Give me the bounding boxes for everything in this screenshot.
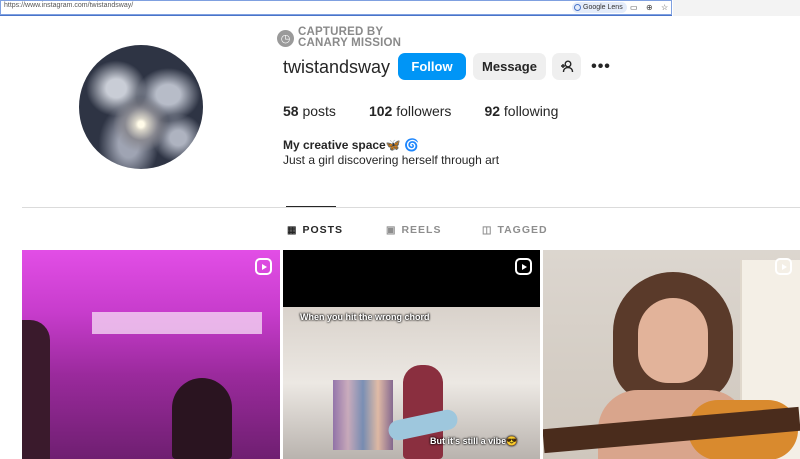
tab-reels-label: REELS xyxy=(401,224,442,236)
followers-stat[interactable]: 102 followers xyxy=(369,103,452,119)
reel-icon xyxy=(515,258,532,275)
cast-icon[interactable]: ▭ xyxy=(630,2,638,13)
clothes-rack xyxy=(333,380,393,450)
url-text[interactable]: https://www.instagram.com/twistandsway/ xyxy=(4,2,133,9)
more-options-button[interactable]: ••• xyxy=(590,53,612,80)
posts-label: posts xyxy=(302,103,336,119)
tab-tagged[interactable]: ◫ TAGGED xyxy=(482,224,548,236)
active-tab-indicator xyxy=(286,206,336,207)
reel-icon xyxy=(775,258,792,275)
following-label: following xyxy=(503,103,559,119)
bio-title: My creative space🦋 🌀 xyxy=(283,138,419,152)
tab-posts[interactable]: ▦ POSTS xyxy=(287,224,343,236)
clock-icon: ◷ xyxy=(277,29,294,47)
tabs-divider xyxy=(22,207,800,208)
reels-icon: ▣ xyxy=(386,224,397,236)
posts-stat: 58 posts xyxy=(283,103,336,119)
ceiling-light xyxy=(92,312,262,334)
message-button[interactable]: Message xyxy=(473,53,546,80)
browser-address-bar[interactable]: https://www.instagram.com/twistandsway/ … xyxy=(0,0,672,16)
followers-label: followers xyxy=(396,103,452,119)
zoom-icon[interactable]: ⊕ xyxy=(646,2,653,13)
profile-stats: 58 posts 102 followers 92 following xyxy=(283,103,591,119)
following-count: 92 xyxy=(484,103,501,119)
singer-face xyxy=(638,298,708,383)
browser-side-area xyxy=(673,0,800,16)
suggest-user-button[interactable] xyxy=(552,53,581,80)
tagged-icon: ◫ xyxy=(482,224,493,236)
profile-username: twistandsway xyxy=(283,57,391,77)
following-stat[interactable]: 92 following xyxy=(484,103,558,119)
dancer-figure xyxy=(22,320,50,459)
post-tile[interactable] xyxy=(543,250,800,459)
post-tile[interactable] xyxy=(22,250,280,459)
dancer-figure xyxy=(172,378,232,459)
avatar[interactable] xyxy=(79,45,203,169)
video-letterbox xyxy=(283,250,540,307)
post-tile[interactable]: When you hit the wrong chord But it's st… xyxy=(283,250,540,459)
tab-tagged-label: TAGGED xyxy=(497,224,548,236)
google-lens-label: Google Lens xyxy=(583,4,623,11)
bio-text: Just a girl discovering herself through … xyxy=(283,153,500,167)
posts-count: 58 xyxy=(283,103,299,119)
video-caption-bottom: But it's still a vibe😎 xyxy=(430,436,518,446)
watermark-line2: CANARY MISSION xyxy=(298,37,402,49)
tab-posts-label: POSTS xyxy=(302,224,344,236)
follow-button[interactable]: Follow xyxy=(398,53,466,80)
google-lens-button[interactable]: Google Lens xyxy=(572,2,627,13)
tab-reels[interactable]: ▣ REELS xyxy=(386,224,441,236)
grid-icon: ▦ xyxy=(287,224,298,236)
video-caption-top: When you hit the wrong chord xyxy=(300,312,430,322)
bookmark-star-icon[interactable]: ☆ xyxy=(661,2,668,13)
watermark: ◷ CAPTURED BY CANARY MISSION xyxy=(277,26,402,49)
google-lens-icon xyxy=(574,4,581,11)
followers-count: 102 xyxy=(368,103,393,119)
add-user-icon xyxy=(560,60,573,73)
reel-icon xyxy=(255,258,272,275)
